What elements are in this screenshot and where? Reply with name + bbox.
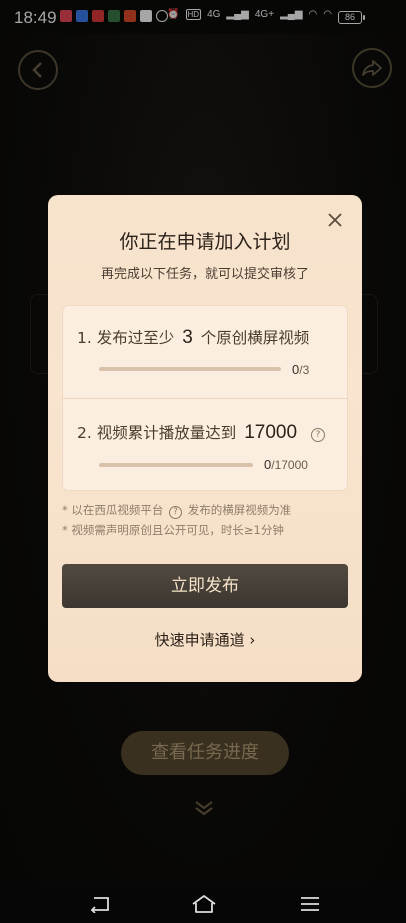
- task-list: 1. 发布过至少 3 个原创横屏视频 0/3 2. 视频累计播放量达到 1700…: [62, 305, 348, 491]
- dialog-subtitle: 再完成以下任务，就可以提交审核了: [100, 267, 309, 282]
- task-prefix: 1. 发布过至少: [77, 329, 175, 347]
- task-target-number: 17000: [244, 422, 298, 443]
- task-progress-total: /17000: [271, 458, 308, 472]
- task-progress-count: 0/17000: [264, 457, 308, 472]
- task-progress-bar: [99, 367, 281, 371]
- task-progress-total: /3: [299, 363, 310, 377]
- task-item: 2. 视频累计播放量达到 17000 ? 0/17000: [63, 398, 347, 490]
- task-description: 1. 发布过至少 3 个原创横屏视频: [77, 326, 309, 349]
- task-description: 2. 视频累计播放量达到 17000 ?: [77, 421, 326, 444]
- rule-note-text: 发布的横屏视频为准: [187, 503, 292, 517]
- dialog-title: 你正在申请加入计划: [119, 231, 291, 253]
- apply-plan-dialog: 你正在申请加入计划 再完成以下任务，就可以提交审核了 1. 发布过至少 3 个原…: [48, 195, 362, 682]
- help-icon[interactable]: ?: [169, 506, 183, 519]
- menu-nav-icon[interactable]: [299, 895, 321, 913]
- publish-now-button[interactable]: 立即发布: [62, 564, 348, 608]
- task-progress-count: 0/3: [292, 362, 309, 377]
- rule-note-text: * 以在西瓜视频平台: [62, 503, 164, 517]
- task-item: 1. 发布过至少 3 个原创横屏视频 0/3: [63, 306, 347, 398]
- rule-note: * 以在西瓜视频平台 ? 发布的横屏视频为准: [62, 502, 291, 519]
- home-nav-icon[interactable]: [191, 894, 217, 914]
- rule-note: * 视频需声明原创且公开可见，时长≥1分钟: [62, 523, 284, 537]
- task-progress-bar: [99, 463, 253, 467]
- fast-apply-link[interactable]: 快速申请通道 ›: [48, 629, 362, 650]
- task-target-number: 3: [182, 327, 193, 348]
- help-icon[interactable]: ?: [311, 428, 326, 442]
- system-nav-bar: [0, 883, 406, 923]
- task-prefix: 2. 视频累计播放量达到: [77, 424, 237, 442]
- task-suffix: 个原创横屏视频: [200, 329, 310, 347]
- back-nav-icon[interactable]: [88, 895, 112, 913]
